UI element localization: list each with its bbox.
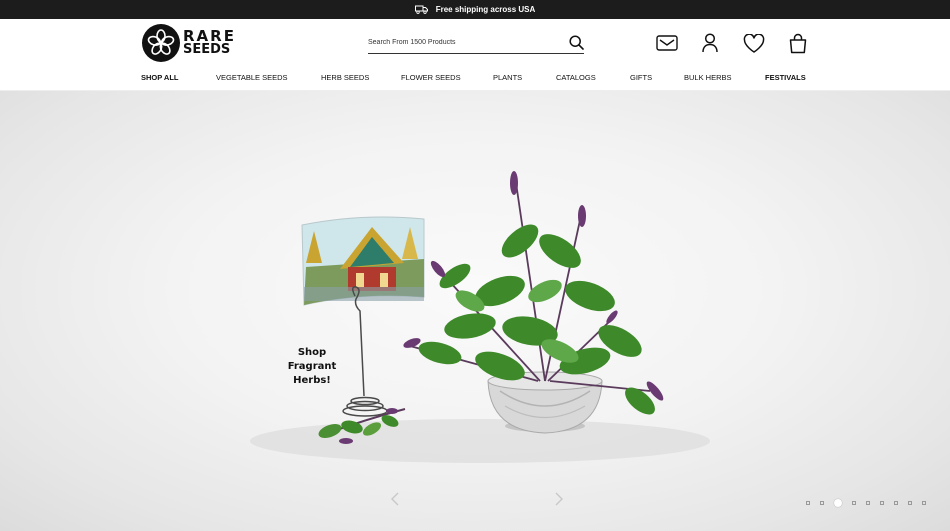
site-header: RARE SEEDS SHOP ALL VEGETABLE SEEDS HERB… bbox=[0, 19, 950, 91]
search-bar bbox=[368, 32, 584, 54]
nav-catalogs[interactable]: CATALOGS bbox=[556, 73, 596, 82]
wire-card-holder bbox=[342, 286, 388, 417]
slider-prev-arrow-icon[interactable] bbox=[388, 491, 404, 507]
account-icon[interactable] bbox=[698, 31, 722, 55]
slider-dot[interactable] bbox=[908, 501, 912, 505]
slider-dot[interactable] bbox=[894, 501, 898, 505]
search-icon[interactable] bbox=[569, 35, 584, 50]
mail-icon[interactable] bbox=[655, 31, 679, 55]
postcard-image bbox=[301, 216, 425, 306]
nav-shop-all[interactable]: SHOP ALL bbox=[141, 73, 179, 82]
hero-caption: Shop Fragrant Herbs! bbox=[285, 346, 339, 388]
site-logo[interactable]: RARE SEEDS bbox=[142, 24, 236, 62]
slider-dot-active[interactable] bbox=[834, 499, 842, 507]
caption-line-1: Shop bbox=[297, 347, 327, 358]
caption-line-3: Herbs! bbox=[293, 375, 331, 386]
slider-dot[interactable] bbox=[866, 501, 870, 505]
nav-festivals[interactable]: FESTIVALS bbox=[765, 73, 806, 82]
nav-plants[interactable]: PLANTS bbox=[493, 73, 522, 82]
hero-banner[interactable]: Shop Fragrant Herbs! bbox=[0, 91, 950, 531]
logo-wordmark: RARE SEEDS bbox=[183, 29, 236, 57]
slider-next-arrow-icon[interactable] bbox=[550, 491, 566, 507]
slider-dot[interactable] bbox=[922, 501, 926, 505]
nav-gifts[interactable]: GIFTS bbox=[630, 73, 652, 82]
promo-bar: Free shipping across USA bbox=[0, 0, 950, 19]
slider-dots bbox=[806, 499, 926, 507]
nav-herb-seeds[interactable]: HERB SEEDS bbox=[321, 73, 369, 82]
slider-dot[interactable] bbox=[806, 501, 810, 505]
slider-dot[interactable] bbox=[880, 501, 884, 505]
logo-line-2: SEEDS bbox=[183, 42, 231, 57]
wishlist-heart-icon[interactable] bbox=[742, 31, 766, 55]
main-nav: SHOP ALL VEGETABLE SEEDS HERB SEEDS FLOW… bbox=[0, 73, 950, 85]
cart-bag-icon[interactable] bbox=[786, 31, 810, 55]
header-icons bbox=[655, 31, 810, 55]
nav-vegetable-seeds[interactable]: VEGETABLE SEEDS bbox=[216, 73, 288, 82]
caption-line-2: Fragrant bbox=[287, 361, 337, 372]
slider-dot[interactable] bbox=[820, 501, 824, 505]
logo-line-1: RARE bbox=[183, 27, 236, 45]
search-input[interactable] bbox=[368, 39, 548, 46]
nav-flower-seeds[interactable]: FLOWER SEEDS bbox=[401, 73, 461, 82]
slider-dot[interactable] bbox=[852, 501, 856, 505]
nav-bulk-herbs[interactable]: BULK HERBS bbox=[684, 73, 732, 82]
truck-icon bbox=[414, 5, 428, 14]
hero-image bbox=[250, 171, 710, 463]
logo-flower-icon bbox=[142, 24, 180, 62]
promo-text: Free shipping across USA bbox=[435, 5, 536, 14]
